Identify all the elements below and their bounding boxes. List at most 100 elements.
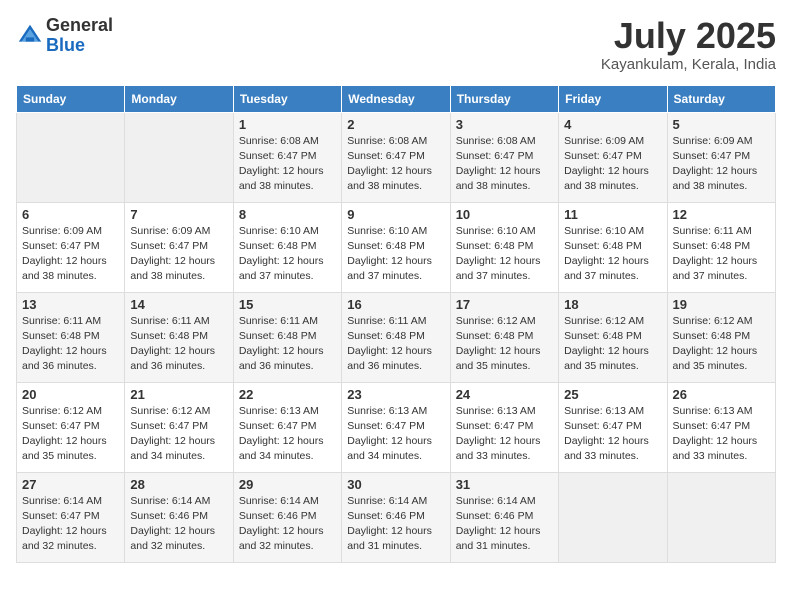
logo-icon	[16, 22, 44, 50]
day-number: 28	[130, 477, 227, 492]
day-number: 22	[239, 387, 336, 402]
day-number: 20	[22, 387, 119, 402]
calendar-cell: 8Sunrise: 6:10 AM Sunset: 6:48 PM Daylig…	[233, 202, 341, 292]
day-number: 30	[347, 477, 444, 492]
weekday-header: Monday	[125, 85, 233, 112]
calendar-cell: 17Sunrise: 6:12 AM Sunset: 6:48 PM Dayli…	[450, 292, 558, 382]
calendar-cell: 9Sunrise: 6:10 AM Sunset: 6:48 PM Daylig…	[342, 202, 450, 292]
day-number: 6	[22, 207, 119, 222]
page-header: General Blue July 2025 Kayankulam, Keral…	[16, 16, 776, 73]
day-number: 27	[22, 477, 119, 492]
calendar-cell: 28 Sunrise: 6:14 AM Sunset: 6:46 PM Dayli…	[125, 472, 233, 562]
calendar-cell: 10 Sunrise: 6:10 AM Sunset: 6:48 PM Dayli…	[450, 202, 558, 292]
logo-text: General Blue	[46, 16, 113, 56]
day-number: 17	[456, 297, 553, 312]
day-number: 14	[130, 297, 227, 312]
calendar-cell: 27 Sunrise: 6:14 AM Sunset: 6:47 PM Dayli…	[17, 472, 125, 562]
day-number: 25	[564, 387, 661, 402]
calendar-table: SundayMondayTuesdayWednesdayThursdayFrid…	[16, 85, 776, 563]
day-number: 5	[673, 117, 770, 132]
calendar-cell: 16 Sunrise: 6:11 AM Sunset: 6:48 PM Dayli…	[342, 292, 450, 382]
day-info: Sunrise: 6:11 AM Sunset: 6:48 PM Dayligh…	[22, 314, 119, 375]
logo: General Blue	[16, 16, 113, 56]
day-info: Sunrise: 6:08 AM Sunset: 6:47 PM Dayligh…	[456, 134, 553, 195]
weekday-header: Thursday	[450, 85, 558, 112]
calendar-cell	[667, 472, 775, 562]
calendar-cell: 24 Sunrise: 6:13 AM Sunset: 6:47 PM Dayli…	[450, 382, 558, 472]
calendar-cell: 13 Sunrise: 6:11 AM Sunset: 6:48 PM Dayli…	[17, 292, 125, 382]
day-info: Sunrise: 6:10 AM Sunset: 6:48 PM Dayligh…	[456, 224, 553, 285]
day-info: Sunrise: 6:12 AM Sunset: 6:48 PM Dayligh…	[564, 314, 661, 375]
day-number: 11	[564, 207, 661, 222]
calendar-cell: 23Sunrise: 6:13 AM Sunset: 6:47 PM Dayli…	[342, 382, 450, 472]
day-number: 15	[239, 297, 336, 312]
calendar-cell: 5 Sunrise: 6:09 AM Sunset: 6:47 PM Daylig…	[667, 112, 775, 202]
day-info: Sunrise: 6:12 AM Sunset: 6:48 PM Dayligh…	[673, 314, 770, 375]
day-info: Sunrise: 6:08 AM Sunset: 6:47 PM Dayligh…	[239, 134, 336, 195]
day-info: Sunrise: 6:14 AM Sunset: 6:46 PM Dayligh…	[347, 494, 444, 555]
day-number: 7	[130, 207, 227, 222]
day-info: Sunrise: 6:13 AM Sunset: 6:47 PM Dayligh…	[239, 404, 336, 465]
calendar-cell: 6Sunrise: 6:09 AM Sunset: 6:47 PM Daylig…	[17, 202, 125, 292]
calendar-week-row: 20 Sunrise: 6:12 AM Sunset: 6:47 PM Dayli…	[17, 382, 776, 472]
calendar-cell: 15 Sunrise: 6:11 AM Sunset: 6:48 PM Dayli…	[233, 292, 341, 382]
weekday-header: Friday	[559, 85, 667, 112]
day-number: 31	[456, 477, 553, 492]
day-info: Sunrise: 6:14 AM Sunset: 6:47 PM Dayligh…	[22, 494, 119, 555]
day-info: Sunrise: 6:12 AM Sunset: 6:47 PM Dayligh…	[130, 404, 227, 465]
day-info: Sunrise: 6:09 AM Sunset: 6:47 PM Dayligh…	[564, 134, 661, 195]
title-block: July 2025 Kayankulam, Kerala, India	[601, 16, 776, 73]
weekday-header: Saturday	[667, 85, 775, 112]
day-number: 4	[564, 117, 661, 132]
day-info: Sunrise: 6:09 AM Sunset: 6:47 PM Dayligh…	[673, 134, 770, 195]
day-number: 24	[456, 387, 553, 402]
weekday-header: Sunday	[17, 85, 125, 112]
calendar-cell: 3Sunrise: 6:08 AM Sunset: 6:47 PM Daylig…	[450, 112, 558, 202]
month-title: July 2025	[601, 16, 776, 56]
day-info: Sunrise: 6:09 AM Sunset: 6:47 PM Dayligh…	[130, 224, 227, 285]
day-number: 1	[239, 117, 336, 132]
calendar-cell: 22 Sunrise: 6:13 AM Sunset: 6:47 PM Dayli…	[233, 382, 341, 472]
weekday-header: Wednesday	[342, 85, 450, 112]
day-info: Sunrise: 6:10 AM Sunset: 6:48 PM Dayligh…	[239, 224, 336, 285]
calendar-cell: 12Sunrise: 6:11 AM Sunset: 6:48 PM Dayli…	[667, 202, 775, 292]
day-number: 13	[22, 297, 119, 312]
calendar-cell: 26 Sunrise: 6:13 AM Sunset: 6:47 PM Dayli…	[667, 382, 775, 472]
calendar-cell: 2 Sunrise: 6:08 AM Sunset: 6:47 PM Daylig…	[342, 112, 450, 202]
weekday-header-row: SundayMondayTuesdayWednesdayThursdayFrid…	[17, 85, 776, 112]
day-info: Sunrise: 6:14 AM Sunset: 6:46 PM Dayligh…	[130, 494, 227, 555]
day-info: Sunrise: 6:13 AM Sunset: 6:47 PM Dayligh…	[673, 404, 770, 465]
day-info: Sunrise: 6:12 AM Sunset: 6:47 PM Dayligh…	[22, 404, 119, 465]
calendar-cell: 29Sunrise: 6:14 AM Sunset: 6:46 PM Dayli…	[233, 472, 341, 562]
weekday-header: Tuesday	[233, 85, 341, 112]
calendar-cell: 30 Sunrise: 6:14 AM Sunset: 6:46 PM Dayli…	[342, 472, 450, 562]
day-info: Sunrise: 6:13 AM Sunset: 6:47 PM Dayligh…	[347, 404, 444, 465]
calendar-cell: 31 Sunrise: 6:14 AM Sunset: 6:46 PM Dayli…	[450, 472, 558, 562]
calendar-cell: 18Sunrise: 6:12 AM Sunset: 6:48 PM Dayli…	[559, 292, 667, 382]
calendar-cell: 19 Sunrise: 6:12 AM Sunset: 6:48 PM Dayli…	[667, 292, 775, 382]
calendar-cell	[559, 472, 667, 562]
day-info: Sunrise: 6:13 AM Sunset: 6:47 PM Dayligh…	[456, 404, 553, 465]
calendar-cell: 11Sunrise: 6:10 AM Sunset: 6:48 PM Dayli…	[559, 202, 667, 292]
day-number: 16	[347, 297, 444, 312]
day-number: 2	[347, 117, 444, 132]
calendar-cell	[17, 112, 125, 202]
day-info: Sunrise: 6:11 AM Sunset: 6:48 PM Dayligh…	[239, 314, 336, 375]
calendar-cell: 21Sunrise: 6:12 AM Sunset: 6:47 PM Dayli…	[125, 382, 233, 472]
calendar-cell	[125, 112, 233, 202]
calendar-week-row: 13 Sunrise: 6:11 AM Sunset: 6:48 PM Dayli…	[17, 292, 776, 382]
location: Kayankulam, Kerala, India	[601, 56, 776, 73]
day-info: Sunrise: 6:11 AM Sunset: 6:48 PM Dayligh…	[673, 224, 770, 285]
day-number: 19	[673, 297, 770, 312]
day-info: Sunrise: 6:08 AM Sunset: 6:47 PM Dayligh…	[347, 134, 444, 195]
day-info: Sunrise: 6:11 AM Sunset: 6:48 PM Dayligh…	[347, 314, 444, 375]
day-info: Sunrise: 6:14 AM Sunset: 6:46 PM Dayligh…	[239, 494, 336, 555]
day-number: 10	[456, 207, 553, 222]
calendar-cell: 20 Sunrise: 6:12 AM Sunset: 6:47 PM Dayli…	[17, 382, 125, 472]
calendar-week-row: 1 Sunrise: 6:08 AM Sunset: 6:47 PM Daylig…	[17, 112, 776, 202]
day-info: Sunrise: 6:14 AM Sunset: 6:46 PM Dayligh…	[456, 494, 553, 555]
calendar-cell: 7 Sunrise: 6:09 AM Sunset: 6:47 PM Daylig…	[125, 202, 233, 292]
day-info: Sunrise: 6:10 AM Sunset: 6:48 PM Dayligh…	[347, 224, 444, 285]
calendar-cell: 4 Sunrise: 6:09 AM Sunset: 6:47 PM Daylig…	[559, 112, 667, 202]
day-number: 26	[673, 387, 770, 402]
